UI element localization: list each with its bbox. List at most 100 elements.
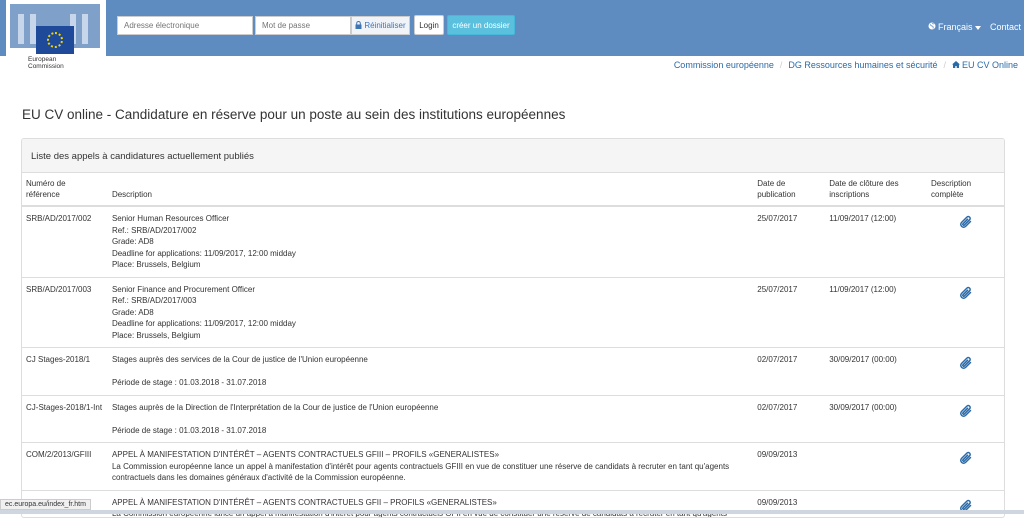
description-line: Deadline for applications: 11/09/2017, 1… (111, 319, 296, 328)
closing-date: 30/09/2017 (00:00) (829, 355, 897, 364)
description-line: Senior Finance and Procurement Officer (111, 284, 255, 294)
closing-date-cell: 11/09/2017 (12:00) (825, 276, 928, 348)
breadcrumb-separator: / (779, 60, 783, 70)
reference-text: SRB/AD/2017/003 (26, 284, 92, 294)
caret-down-icon (974, 22, 981, 32)
closing-date-cell: 11/09/2017 (12:00) (825, 205, 928, 277)
full-description-cell (927, 442, 1004, 490)
closing-date-cell: 30/09/2017 (00:00) (825, 347, 928, 395)
description-cell: Senior Finance and Procurement Officer Re… (107, 276, 754, 348)
top-header: European Commission Réinitialiser Login … (0, 0, 1024, 73)
description-cell: Senior Human Resources Officer Ref.: SRB/… (107, 205, 754, 277)
table-row: SRB/AD/2017/003 Senior Finance and Procu… (22, 276, 1004, 348)
description-line: Grade: AD8 (111, 307, 154, 317)
full-description-cell (927, 394, 1004, 443)
column-header-publication: Date de publication (753, 173, 826, 207)
taskbar (0, 510, 1024, 514)
paperclip-icon[interactable] (959, 286, 973, 304)
column-header-closing: Date de clôture des inscriptions (825, 173, 928, 207)
panel-heading: Liste des appels à candidatures actuelle… (22, 139, 1004, 173)
paperclip-icon[interactable] (959, 451, 973, 469)
table-row: CJ-Stages-2018/1-Int Stages auprès de la… (22, 394, 1004, 443)
publication-date: 09/09/2013 (757, 450, 798, 459)
full-description-cell (927, 347, 1004, 395)
reference-text: SRB/AD/2017/002 (26, 214, 92, 223)
description-line: Période de stage : 01.03.2018 - 31.07.20… (111, 425, 267, 435)
breadcrumb-commission[interactable]: Commission européenne (674, 60, 774, 70)
reference-cell: COM/2/2013/GFIII (22, 442, 108, 490)
table-row: SRB/AD/2017/002 Senior Human Resources O… (22, 205, 1004, 277)
logo-text: European Commission (28, 56, 64, 70)
language-dropdown[interactable]: Français (928, 22, 981, 32)
breadcrumb-label: EU CV Online (961, 60, 1018, 70)
description-line: contractuels dans les domaines généraux … (111, 473, 406, 482)
publication-date-cell: 09/09/2013 (753, 442, 826, 490)
publication-date-cell: 25/07/2017 (753, 205, 826, 277)
description-line: Ref.: SRB/AD/2017/002 (111, 225, 197, 235)
publication-date: 02/07/2017 (757, 402, 798, 412)
column-header-description: Description (107, 173, 754, 207)
home-icon (951, 60, 960, 70)
description-line: Période de stage : 01.03.2018 - 31.07.20… (111, 378, 267, 387)
description-cell: APPEL À MANIFESTATION D'INTÉRÊT – AGENTS… (107, 442, 754, 490)
status-bar-url: ec.europa.eu/index_fr.htm (0, 499, 91, 510)
lock-icon (355, 20, 362, 31)
publication-date-cell: 25/07/2017 (753, 276, 826, 348)
publication-date: 25/07/2017 (757, 214, 798, 223)
eu-stars-icon (47, 32, 63, 48)
description-line: Senior Human Resources Officer (111, 214, 230, 223)
paperclip-icon[interactable] (959, 215, 973, 233)
column-header-reference: Numéro de référence (22, 173, 108, 207)
page-title: EU CV online - Candidature en réserve po… (22, 107, 566, 122)
email-input[interactable] (117, 16, 253, 35)
description-line: APPEL À MANIFESTATION D'INTÉRÊT – AGENTS… (111, 450, 500, 459)
description-line: Place: Brussels, Belgium (111, 260, 201, 269)
table-header-row: Numéro de référence Description Date de pu… (22, 173, 1004, 207)
calls-table: Numéro de référence Description Date de pu… (22, 173, 1004, 517)
reference-text: COM/2/2013/GFIII (26, 450, 92, 459)
description-line: Grade: AD8 (111, 237, 154, 246)
publication-date-cell: 02/07/2017 (753, 394, 826, 443)
breadcrumb: Commission européenne / DG Ressources hu… (674, 60, 1018, 70)
closing-date: 30/09/2017 (00:00) (829, 402, 897, 412)
breadcrumb-separator: / (943, 60, 946, 70)
description-cell: Stages auprès des services de la Cour de… (107, 347, 754, 395)
paperclip-icon[interactable] (959, 404, 973, 422)
publication-date: 02/07/2017 (757, 355, 798, 364)
paperclip-icon[interactable] (959, 356, 973, 374)
description-line: La Commission européenne lance un appel … (111, 461, 730, 471)
publication-date-cell: 02/07/2017 (753, 347, 826, 395)
closing-date: 11/09/2017 (12:00) (829, 214, 897, 223)
reset-label: Réinitialiser (364, 21, 406, 30)
full-description-cell (927, 276, 1004, 348)
contact-link[interactable]: Contact (990, 22, 1021, 32)
reference-cell: SRB/AD/2017/003 (22, 276, 108, 348)
breadcrumb-dg-hr[interactable]: DG Ressources humaines et sécurité (788, 60, 937, 70)
language-label: Français (938, 22, 973, 32)
table-row: CJ Stages-2018/1 Stages auprès des servi… (22, 347, 1004, 395)
description-line: Stages auprès des services de la Cour de… (111, 355, 368, 364)
table-row: COM/2/2013/GFIII APPEL À MANIFESTATION D… (22, 442, 1004, 490)
reference-cell: SRB/AD/2017/002 (22, 205, 108, 277)
publication-date: 25/07/2017 (757, 284, 798, 294)
description-line: APPEL À MANIFESTATION D'INTÉRÊT – AGENTS… (111, 497, 497, 507)
full-description-cell (927, 205, 1004, 277)
european-commission-logo[interactable]: European Commission (6, 0, 106, 73)
description-line: Ref.: SRB/AD/2017/003 (111, 296, 197, 305)
calls-panel: Liste des appels à candidatures actuelle… (21, 138, 1005, 518)
password-input[interactable] (255, 16, 351, 35)
reference-text: CJ Stages-2018/1 (26, 355, 91, 364)
reference-cell: CJ-Stages-2018/1-Int (22, 394, 108, 443)
login-button[interactable]: Login (414, 15, 444, 35)
globe-icon (928, 22, 936, 32)
description-line: Place: Brussels, Belgium (111, 330, 201, 340)
create-file-button[interactable]: créer un dossier (447, 15, 515, 35)
closing-date: 11/09/2017 (12:00) (829, 284, 897, 294)
breadcrumb-eu-cv-online[interactable]: EU CV Online (951, 60, 1018, 70)
reset-password-button[interactable]: Réinitialiser (351, 16, 410, 35)
publication-date: 09/09/2013 (757, 497, 798, 507)
description-cell: Stages auprès de la Direction de l'Inter… (107, 394, 754, 443)
reference-text: CJ-Stages-2018/1-Int (26, 402, 103, 412)
description-line: Stages auprès de la Direction de l'Inter… (111, 402, 439, 412)
closing-date-cell (825, 442, 928, 490)
